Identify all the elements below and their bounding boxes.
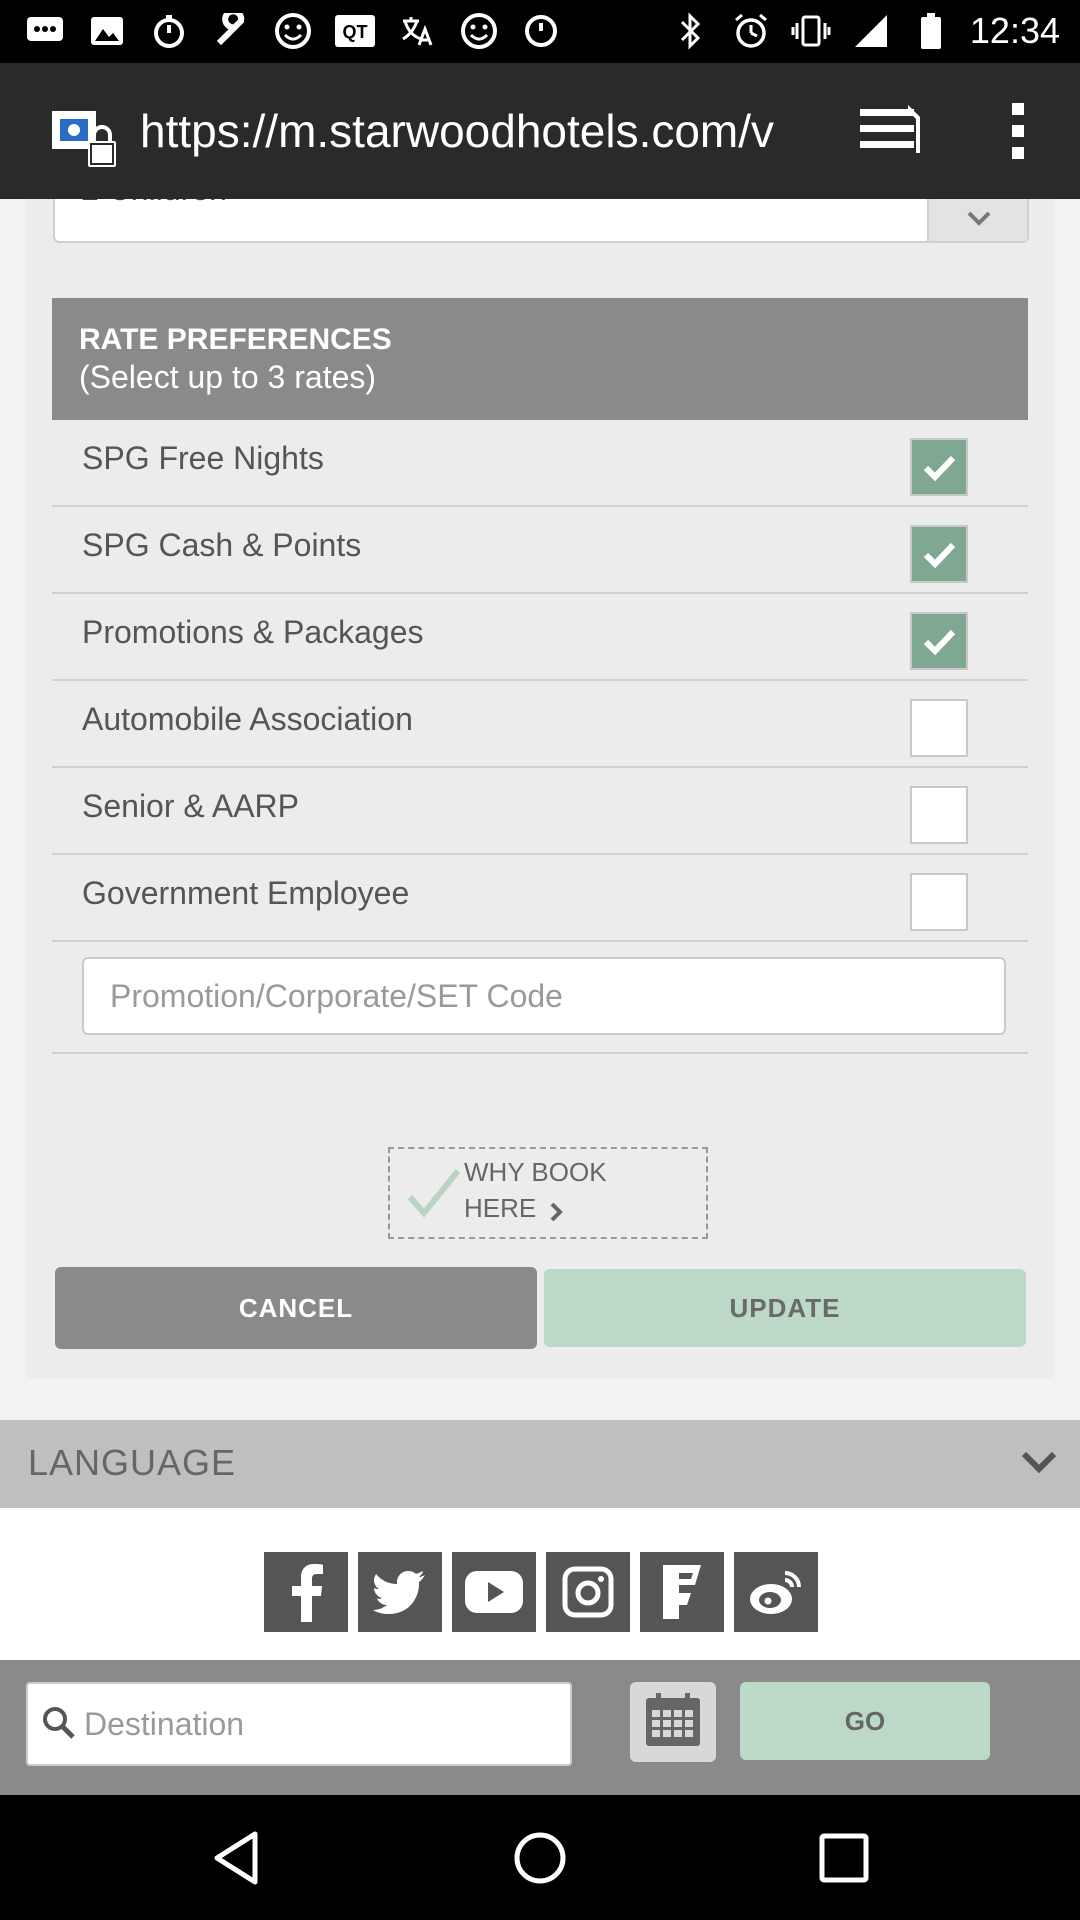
home-icon[interactable] [500,1825,580,1891]
rate-row-spg-free-nights[interactable]: SPG Free Nights [52,420,1028,507]
twitter-icon[interactable] [358,1552,442,1632]
browser-url-bar: https://m.starwoodhotels.com/v [0,63,1080,199]
chevron-down-icon [1020,1448,1058,1481]
destination-search-bar: GO [0,1660,1080,1795]
foursquare-icon[interactable] [640,1552,724,1632]
update-button[interactable]: UPDATE [544,1269,1026,1347]
destination-input[interactable] [84,1684,564,1764]
qr-app-icon: QT [334,10,376,52]
rate-preferences-subtitle: (Select up to 3 rates) [79,359,377,395]
children-select[interactable]: 2 Children [53,199,1029,243]
children-select-value: 2 Children [81,199,227,208]
language-label: LANGUAGE [28,1442,237,1483]
rate-row-promotions-packages[interactable]: Promotions & Packages [52,594,1028,681]
social-links [0,1508,1080,1660]
rate-list: SPG Free Nights SPG Cash & Points Promot… [52,420,1028,942]
back-icon[interactable] [196,1825,276,1891]
rate-checkbox[interactable] [910,873,968,931]
timer-icon [520,10,562,52]
calendar-icon [644,1692,702,1753]
url-text[interactable]: https://m.starwoodhotels.com/v [140,104,804,158]
page-content: 2 Children RATE PREFERENCES (Select up t… [0,199,1080,1795]
rate-preferences-header: RATE PREFERENCES (Select up to 3 rates) [52,298,1028,420]
check-icon [406,1167,462,1226]
calendar-button[interactable] [630,1682,716,1762]
why-book-here-link[interactable]: WHY BOOK HERE [388,1147,708,1239]
language-selector[interactable]: LANGUAGE [0,1420,1080,1508]
rate-row-spg-cash-points[interactable]: SPG Cash & Points [52,507,1028,594]
overflow-menu-icon[interactable] [1000,99,1036,163]
rate-row-government-employee[interactable]: Government Employee [52,855,1028,942]
rate-preferences-title: RATE PREFERENCES [79,323,392,356]
why-book-line1: WHY BOOK [464,1157,607,1187]
svg-text:QT: QT [343,22,368,42]
bluetooth-icon [670,10,712,52]
facebook-icon[interactable] [264,1552,348,1632]
image-icon [86,10,128,52]
destination-field[interactable] [26,1682,572,1766]
chevron-right-icon [548,1201,564,1228]
rate-checkbox[interactable] [910,699,968,757]
status-time: 12:34 [969,10,1060,51]
signal-icon [850,10,892,52]
rate-label: SPG Free Nights [82,440,324,476]
search-icon [42,1706,76,1745]
cancel-button[interactable]: CANCEL [55,1267,537,1349]
android-nav-bar [0,1795,1080,1920]
rate-row-automobile-association[interactable]: Automobile Association [52,681,1028,768]
vibrate-icon [790,10,832,52]
instagram-icon[interactable] [546,1552,630,1632]
recent-apps-icon[interactable] [804,1825,884,1891]
alarm-icon [730,10,772,52]
rate-row-senior-aarp[interactable]: Senior & AARP [52,768,1028,855]
rate-label: Senior & AARP [82,788,299,824]
smiley-icon [458,10,500,52]
smiley-icon [272,10,314,52]
tabs-icon[interactable] [858,103,924,159]
rate-label: Automobile Association [82,701,413,737]
battery-icon [910,10,952,52]
promo-code-section [52,942,1028,1054]
message-icon [24,10,66,52]
translate-icon [396,10,438,52]
youtube-icon[interactable] [452,1552,536,1632]
rate-checkbox[interactable] [910,525,968,583]
status-bar: QT 12:34 [0,0,1080,63]
rate-label: Government Employee [82,875,410,911]
why-book-line2: HERE [464,1193,537,1223]
timer-icon [148,10,190,52]
go-button[interactable]: GO [740,1682,990,1760]
chevron-down-icon [927,199,1027,241]
weibo-icon[interactable] [734,1552,818,1632]
wrench-icon [210,10,252,52]
promo-code-input[interactable] [82,957,1006,1035]
rate-checkbox[interactable] [910,786,968,844]
rate-label: SPG Cash & Points [82,527,362,563]
rate-label: Promotions & Packages [82,614,424,650]
site-security-icon[interactable] [52,111,120,169]
rate-checkbox[interactable] [910,438,968,496]
rate-checkbox[interactable] [910,612,968,670]
